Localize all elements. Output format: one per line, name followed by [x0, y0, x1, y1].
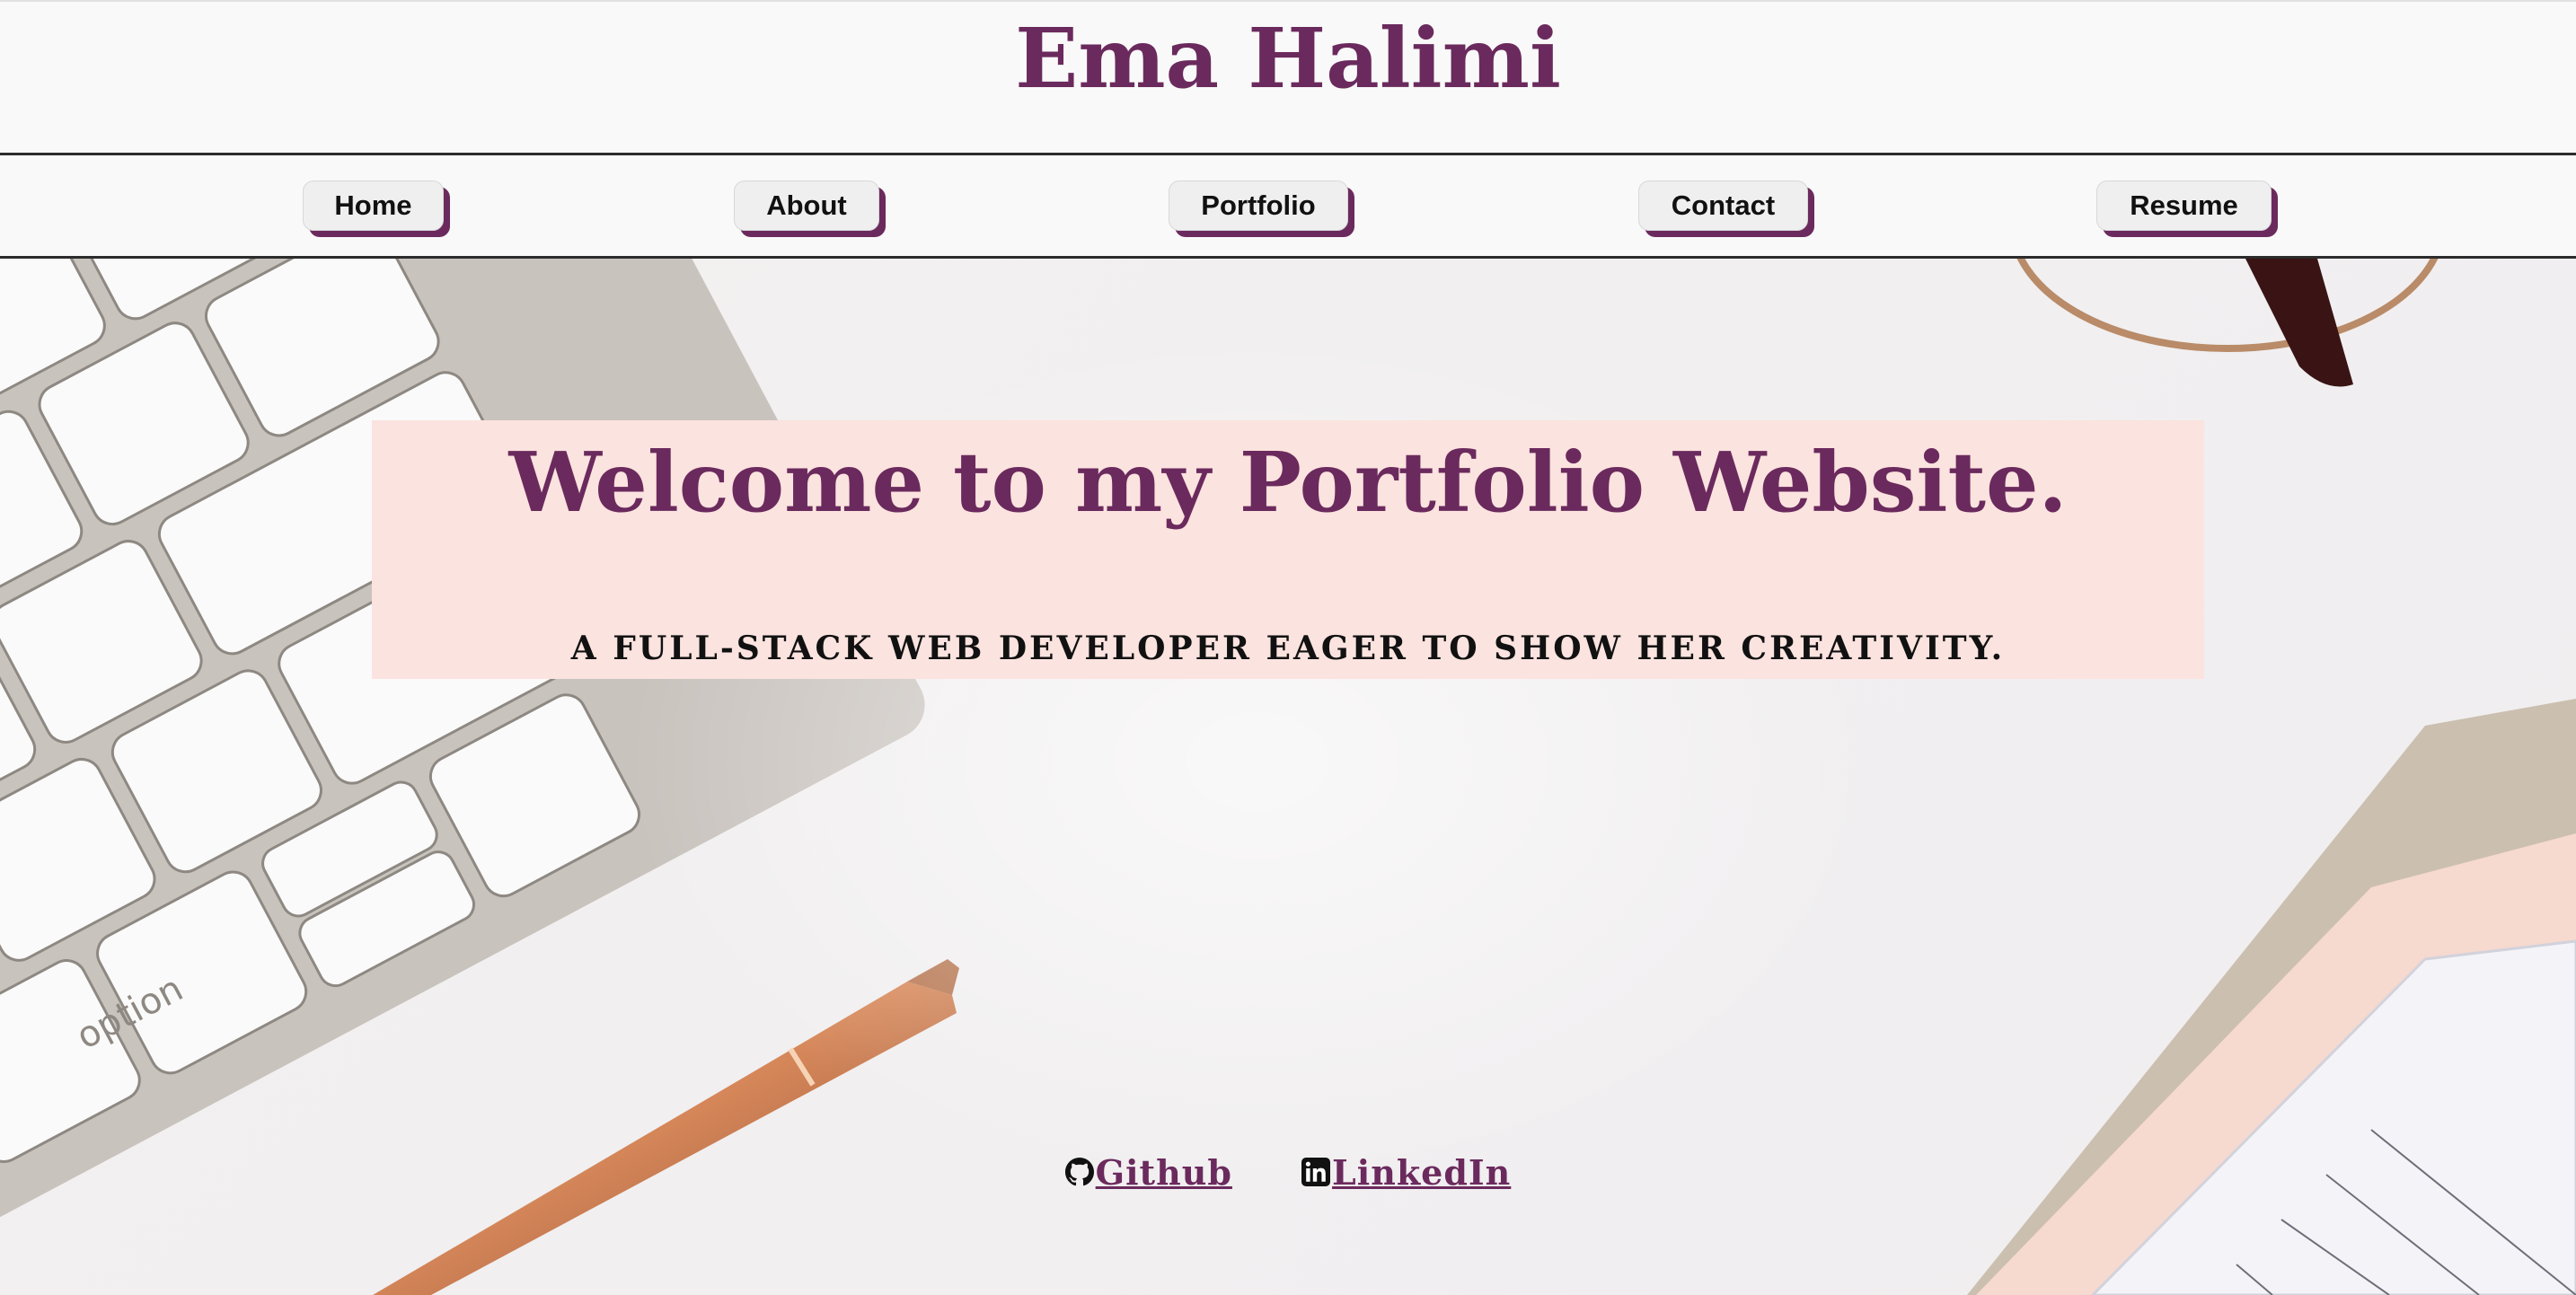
welcome-banner: Welcome to my Portfolio Website. A FULL-…	[372, 420, 2204, 679]
linkedin-link[interactable]: LinkedIn	[1301, 1148, 1511, 1198]
nav-home-button[interactable]: Home	[303, 181, 444, 231]
hero-background-image: option command	[0, 259, 2576, 1295]
glasses-illustration	[2016, 259, 2439, 387]
site-title: Ema Halimi	[1015, 10, 1561, 107]
nav-contact-button[interactable]: Contact	[1638, 181, 1808, 231]
notebook-illustration	[1967, 699, 2576, 1295]
linkedin-icon	[1301, 1158, 1331, 1186]
linkedin-label[interactable]: LinkedIn	[1332, 1152, 1511, 1193]
github-link[interactable]: Github	[1064, 1148, 1232, 1198]
social-links: Github LinkedIn	[0, 1148, 2576, 1202]
site-header: Ema Halimi	[0, 0, 2576, 153]
nav-portfolio-button[interactable]: Portfolio	[1169, 181, 1348, 231]
nav-bar: Home About Portfolio Contact Resume	[0, 153, 2576, 259]
welcome-heading: Welcome to my Portfolio Website.	[508, 434, 2068, 531]
nav-about-button[interactable]: About	[734, 181, 879, 231]
welcome-subheading: A FULL-STACK WEB DEVELOPER EAGER TO SHOW…	[570, 630, 2006, 667]
github-label[interactable]: Github	[1096, 1152, 1232, 1193]
github-icon	[1064, 1158, 1094, 1186]
nav-resume-button[interactable]: Resume	[2096, 181, 2272, 231]
hero-section: option command	[0, 259, 2576, 1295]
